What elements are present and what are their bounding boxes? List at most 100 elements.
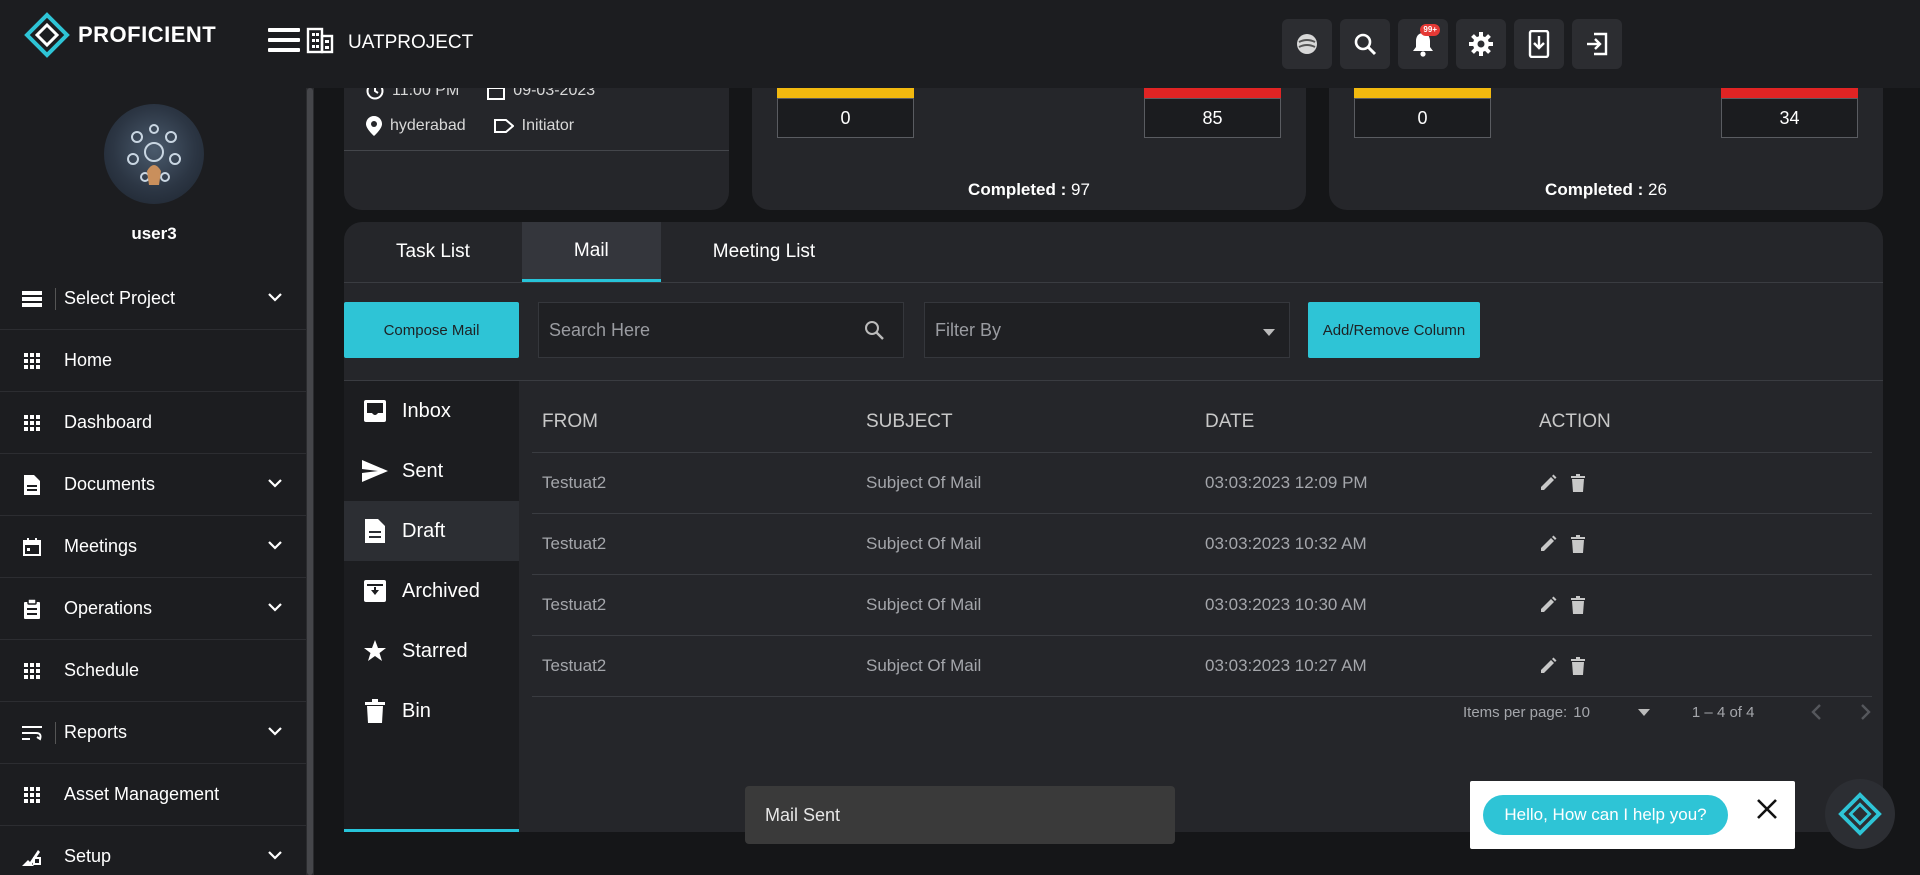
tab-task-list[interactable]: Task List — [344, 222, 522, 282]
edit-icon[interactable] — [1539, 657, 1557, 675]
folder-starred[interactable]: Starred — [344, 621, 519, 681]
sidebar-item-label: Schedule — [64, 660, 140, 680]
scrollbar-thumb[interactable] — [307, 88, 313, 875]
trash-icon — [365, 699, 385, 723]
folder-sent[interactable]: Sent — [344, 441, 519, 501]
page-range: 1 – 4 of 4 — [1691, 703, 1755, 721]
calendar-icon — [23, 537, 41, 556]
column-header-from[interactable]: FROM — [532, 411, 866, 433]
nav-separator — [55, 288, 56, 310]
table-row[interactable]: Testuat2 Subject Of Mail 03:03:2023 10:3… — [532, 575, 1872, 636]
globe-button[interactable] — [1282, 19, 1332, 69]
folders-accent-line — [344, 829, 519, 832]
search-field[interactable] — [538, 302, 904, 358]
tab-bar: Task List Mail Meeting List — [344, 222, 867, 282]
delete-icon[interactable] — [1571, 596, 1585, 614]
overdue-bar — [1721, 88, 1858, 98]
delete-icon[interactable] — [1571, 535, 1585, 553]
filter-by-select[interactable]: Filter By — [924, 302, 1290, 358]
column-header-subject[interactable]: SUBJECT — [866, 411, 1205, 433]
paginator: Items per page: 10 1 – 4 of 4 — [1463, 703, 1872, 721]
prev-page-icon[interactable] — [1810, 703, 1822, 721]
folder-draft[interactable]: Draft — [344, 501, 519, 561]
add-remove-column-button[interactable]: Add/Remove Column — [1308, 302, 1480, 358]
sidebar-item-operations[interactable]: Operations — [0, 578, 306, 640]
chat-greeting-button[interactable]: Hello, How can I help you? — [1483, 795, 1728, 835]
chevron-down-icon[interactable] — [268, 602, 282, 612]
items-per-page-value: 10 — [1573, 703, 1590, 721]
folder-bin[interactable]: Bin — [344, 681, 519, 741]
next-page-icon[interactable] — [1860, 703, 1872, 721]
edit-icon[interactable] — [1539, 535, 1557, 553]
mail-subject: Subject Of Mail — [866, 534, 982, 553]
chatbot-launcher-button[interactable] — [1825, 779, 1895, 849]
tab-meeting-list[interactable]: Meeting List — [661, 222, 867, 282]
delete-icon[interactable] — [1571, 474, 1585, 492]
sidebar-item-meetings[interactable]: Meetings — [0, 516, 306, 578]
chatbot-logo-icon — [1838, 792, 1882, 836]
mail-from: Testuat2 — [542, 656, 607, 675]
row-actions — [1539, 657, 1872, 675]
notifications-button[interactable]: 99+ — [1398, 19, 1448, 69]
settings-button[interactable] — [1456, 19, 1506, 69]
clipboard-icon — [24, 598, 40, 619]
role-text: Initiator — [521, 117, 575, 134]
chevron-down-icon[interactable] — [268, 292, 282, 302]
table-row[interactable]: Testuat2 Subject Of Mail 03:03:2023 10:2… — [532, 636, 1872, 697]
search-icon[interactable] — [863, 319, 885, 341]
items-per-page-label: Items per page: — [1463, 703, 1568, 721]
chevron-down-icon[interactable] — [268, 540, 282, 550]
at-risk-bar — [777, 88, 914, 98]
sidebar-scrollbar[interactable] — [306, 88, 314, 875]
current-project-name[interactable]: UATPROJECT — [348, 32, 473, 54]
sidebar-item-documents[interactable]: Documents — [0, 454, 306, 516]
overdue-box: 85 — [1144, 88, 1281, 138]
close-icon[interactable] — [1755, 797, 1779, 821]
edit-icon[interactable] — [1539, 474, 1557, 492]
document-icon — [24, 474, 40, 495]
sidebar-nav: Select Project Home Dashboard Documents — [0, 268, 306, 875]
sidebar-item-reports[interactable]: Reports — [0, 702, 306, 764]
meeting-summary-card: 0 34 Completed : 26 — [1329, 88, 1883, 210]
mail-table: FROM SUBJECT DATE ACTION Testuat2 Subjec… — [532, 392, 1872, 697]
globe-icon — [1297, 34, 1317, 54]
delete-icon[interactable] — [1571, 657, 1585, 675]
search-button[interactable] — [1340, 19, 1390, 69]
sidebar-item-home[interactable]: Home — [0, 330, 306, 392]
compose-mail-button[interactable]: Compose Mail — [344, 302, 519, 358]
sidebar-item-dashboard[interactable]: Dashboard — [0, 392, 306, 454]
chevron-down-icon[interactable] — [268, 850, 282, 860]
folder-archived[interactable]: Archived — [344, 561, 519, 621]
overdue-bar — [1144, 88, 1281, 98]
avatar[interactable] — [104, 104, 204, 204]
sidebar-item-label: Operations — [64, 598, 153, 618]
edit-icon[interactable] — [1539, 596, 1557, 614]
sidebar-item-setup[interactable]: Setup — [0, 826, 306, 875]
at-risk-box: 0 — [777, 88, 914, 138]
chevron-down-icon[interactable] — [268, 726, 282, 736]
table-row[interactable]: Testuat2 Subject Of Mail 03:03:2023 12:0… — [532, 453, 1872, 514]
overdue-count: 34 — [1721, 98, 1858, 138]
sidebar-item-select-project[interactable]: Select Project — [0, 268, 306, 330]
tabs-divider — [344, 282, 1883, 283]
table-row[interactable]: Testuat2 Subject Of Mail 03:03:2023 10:3… — [532, 514, 1872, 575]
logout-icon — [1587, 32, 1608, 56]
sidebar-item-asset-management[interactable]: Asset Management — [0, 764, 306, 826]
menu-toggle-button[interactable] — [268, 28, 300, 52]
chevron-down-icon[interactable] — [268, 478, 282, 488]
items-per-page-select[interactable]: 10 — [1573, 704, 1650, 721]
folder-label: Inbox — [402, 399, 451, 422]
column-header-date[interactable]: DATE — [1205, 411, 1539, 433]
brand-logo[interactable]: PROFICIENT — [24, 12, 216, 58]
logout-button[interactable] — [1572, 19, 1622, 69]
sidebar-item-label: Reports — [64, 722, 128, 742]
archive-icon — [364, 580, 386, 602]
download-app-button[interactable] — [1514, 19, 1564, 69]
completed-value: 97 — [1071, 180, 1090, 199]
row-actions — [1539, 535, 1872, 553]
search-input[interactable] — [539, 319, 863, 341]
tab-mail[interactable]: Mail — [521, 222, 661, 282]
at-risk-count: 0 — [1354, 98, 1491, 138]
folder-inbox[interactable]: Inbox — [344, 381, 519, 441]
sidebar-item-schedule[interactable]: Schedule — [0, 640, 306, 702]
